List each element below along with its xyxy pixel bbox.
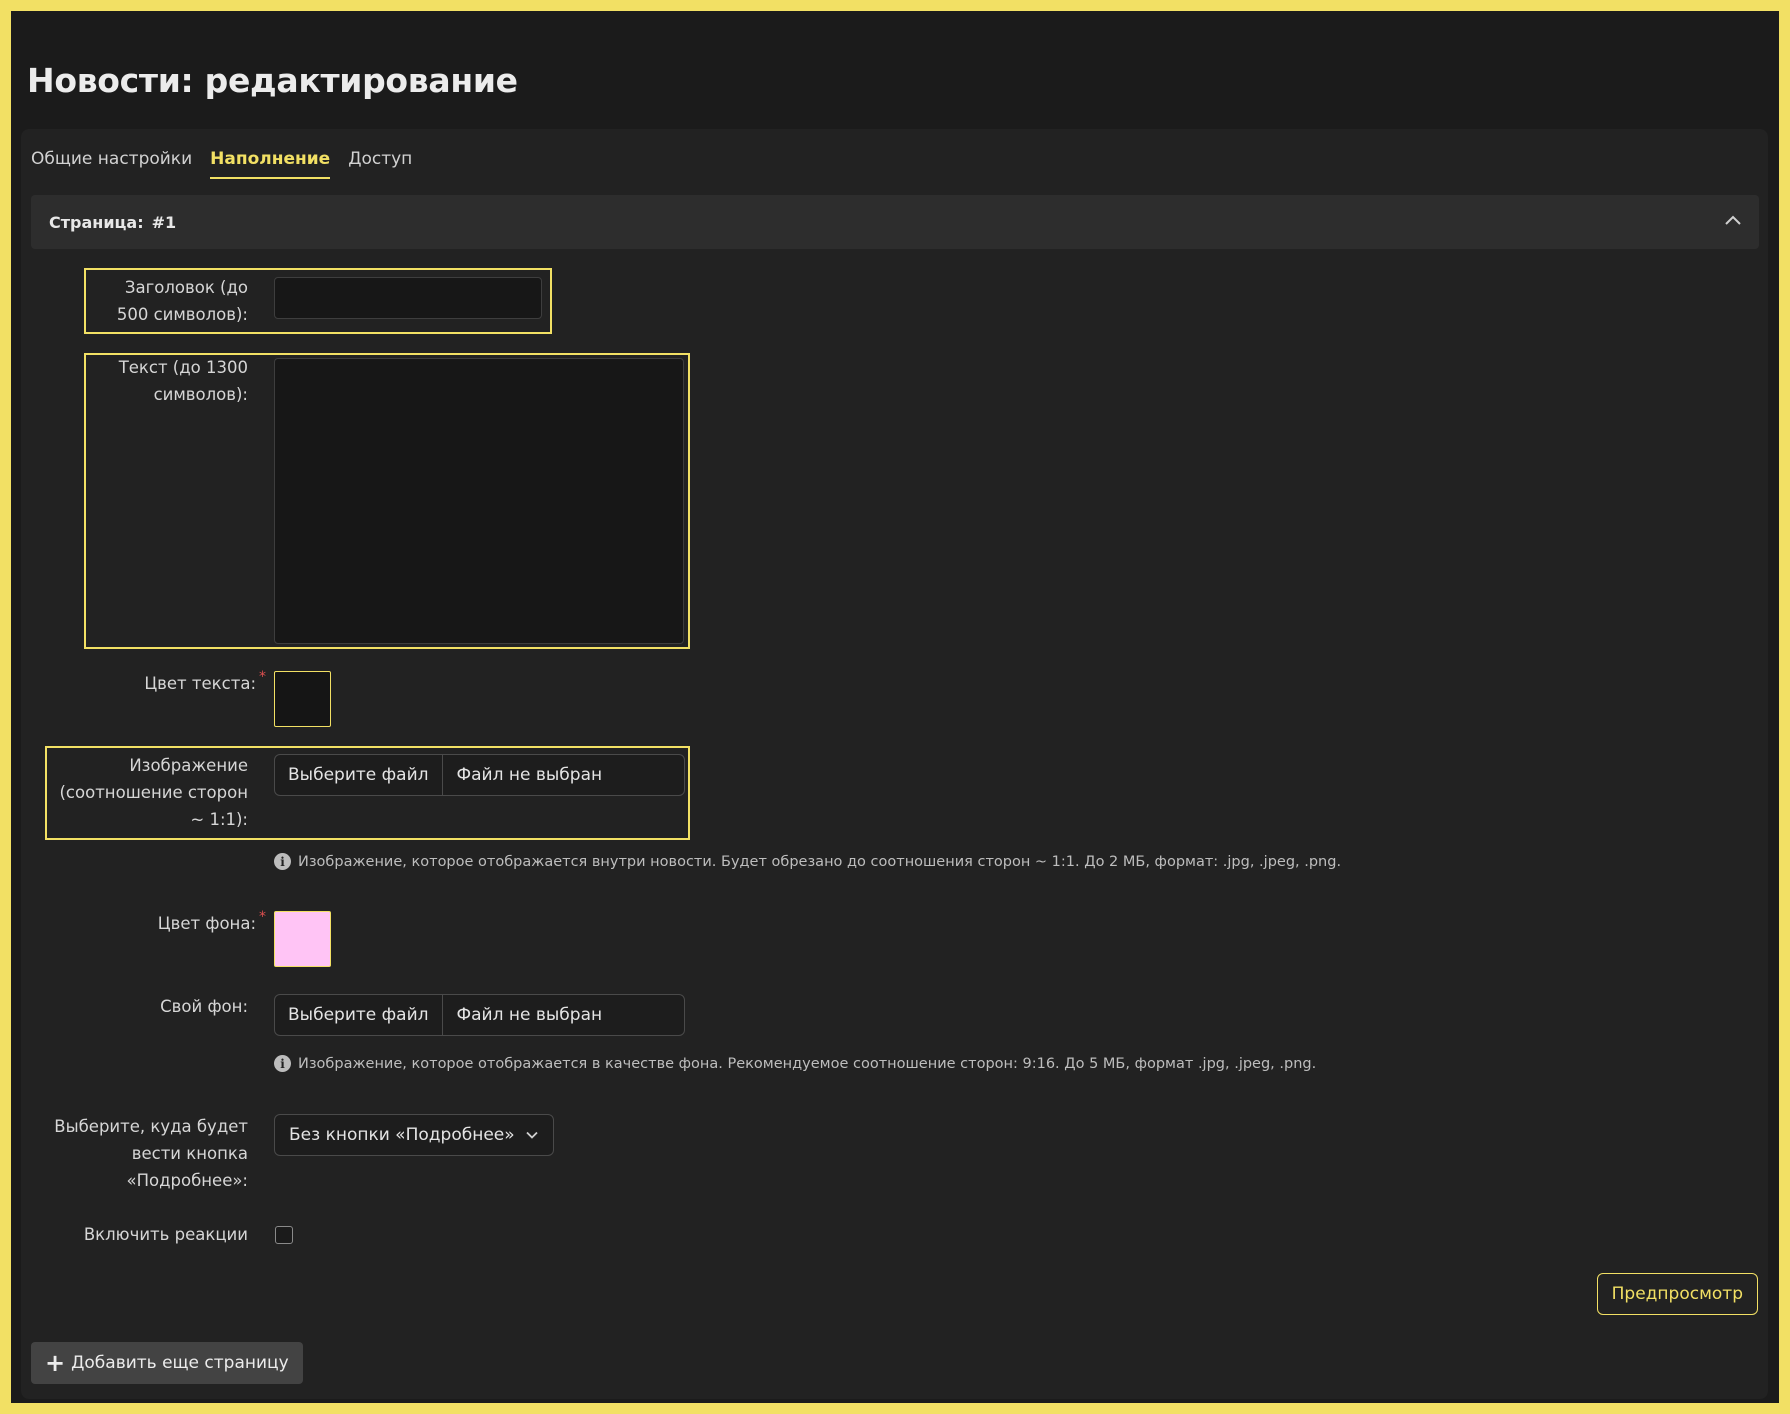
edit-panel: Общие настройки Наполнение Доступ Страни…	[21, 129, 1768, 1399]
required-marker: *	[259, 669, 266, 685]
page-section-label: Страница:	[49, 212, 144, 232]
page-section-number: #1	[151, 212, 177, 232]
bg-color-label: Цвет фона: *	[61, 909, 266, 939]
info-icon: i	[274, 853, 291, 870]
page-title: Новости: редактирование	[27, 61, 518, 100]
app-frame: Новости: редактирование Общие настройки …	[11, 11, 1779, 1403]
preview-button[interactable]: Предпросмотр	[1596, 1273, 1758, 1315]
add-page-button[interactable]: + Добавить еще страницу	[31, 1342, 303, 1384]
custom-bg-label: Свой фон:	[160, 997, 248, 1016]
custom-bg-choose-file-button[interactable]: Выберите файл	[275, 995, 443, 1035]
required-marker: *	[259, 909, 266, 925]
heading-input[interactable]	[274, 277, 542, 319]
chevron-down-icon	[526, 1131, 538, 1139]
text-color-label: Цвет текста: *	[61, 669, 266, 699]
more-button-select[interactable]: Без кнопки «Подробнее»	[274, 1114, 554, 1156]
custom-bg-hint: i Изображение, которое отображается в ка…	[274, 1055, 1316, 1072]
chevron-up-icon[interactable]	[1723, 211, 1743, 231]
plus-icon: +	[45, 1349, 66, 1377]
text-textarea[interactable]	[274, 358, 684, 644]
add-page-label: Добавить еще страницу	[71, 1353, 289, 1373]
custom-bg-file-input[interactable]: Выберите файл Файл не выбран	[274, 994, 685, 1036]
image-hint: i Изображение, которое отображается внут…	[274, 853, 1341, 870]
info-icon: i	[274, 1055, 291, 1072]
text-color-swatch[interactable]	[274, 671, 331, 727]
image-hint-text: Изображение, которое отображается внутри…	[298, 853, 1342, 870]
tab-content[interactable]: Наполнение	[210, 149, 331, 179]
page-section-header[interactable]: Страница: #1	[31, 195, 1759, 249]
reactions-label: Включить реакции	[83, 1225, 248, 1244]
more-button-label: Выберите, куда будет вести кнопка «Подро…	[54, 1117, 248, 1190]
image-file-status: Файл не выбран	[456, 765, 603, 785]
image-choose-file-button[interactable]: Выберите файл	[275, 755, 443, 795]
image-file-input[interactable]: Выберите файл Файл не выбран	[274, 754, 685, 796]
text-label: Текст (до 1300 символов):	[118, 358, 248, 404]
bg-color-label-text: Цвет фона:	[157, 914, 256, 933]
text-color-label-text: Цвет текста:	[144, 674, 256, 693]
more-button-selected: Без кнопки «Подробнее»	[289, 1125, 515, 1145]
tab-general-settings[interactable]: Общие настройки	[31, 149, 192, 179]
tab-bar: Общие настройки Наполнение Доступ	[31, 149, 412, 179]
heading-label: Заголовок (до 500 символов):	[116, 278, 248, 324]
custom-bg-hint-text: Изображение, которое отображается в каче…	[298, 1055, 1317, 1072]
tab-access[interactable]: Доступ	[348, 149, 412, 179]
bg-color-swatch[interactable]	[274, 911, 331, 967]
image-label: Изображение (соотношение сторон ~ 1:1):	[59, 756, 249, 829]
reactions-checkbox[interactable]	[275, 1226, 293, 1244]
custom-bg-file-status: Файл не выбран	[456, 1005, 603, 1025]
